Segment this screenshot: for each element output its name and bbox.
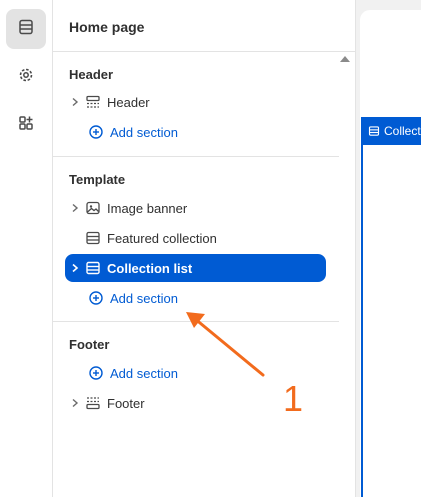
settings-icon (17, 66, 35, 89)
add-section-label: Add section (110, 290, 178, 306)
section-item-label: Footer (107, 395, 145, 411)
sections-icon (17, 18, 35, 41)
section-item-image-banner[interactable]: Image banner (65, 194, 326, 222)
collection-icon (85, 260, 101, 276)
chevron-right-icon[interactable] (69, 203, 81, 213)
add-circle-icon (89, 125, 103, 139)
settings-nav-button[interactable] (6, 57, 46, 97)
sections-panel: Home page Header Header Add section Temp… (53, 0, 356, 497)
section-item-label: Header (107, 94, 150, 110)
scroll-up-arrow-icon[interactable] (340, 56, 350, 62)
group-title-header: Header (69, 67, 114, 82)
chevron-right-icon[interactable] (69, 263, 81, 273)
group-title-footer: Footer (69, 337, 110, 352)
preview-section-tag-label: Collection list (384, 124, 421, 138)
divider (53, 51, 355, 52)
section-item-label: Collection list (107, 260, 193, 276)
section-item-featured-collection[interactable]: Featured collection (65, 224, 326, 252)
footer-section-icon (85, 395, 101, 411)
add-section-button-footer[interactable]: Add section (89, 363, 178, 383)
add-circle-icon (89, 291, 103, 305)
add-section-label: Add section (110, 124, 178, 140)
add-section-button-header[interactable]: Add section (89, 122, 178, 142)
collection-icon (368, 125, 380, 137)
chevron-right-icon[interactable] (69, 398, 81, 408)
add-section-button-template[interactable]: Add section (89, 288, 178, 308)
section-item-header[interactable]: Header (65, 88, 326, 116)
annotation-number: 1 (283, 378, 304, 419)
divider (53, 156, 339, 157)
add-section-label: Add section (110, 365, 178, 381)
sections-nav-button[interactable] (6, 9, 46, 49)
side-rail (0, 0, 53, 497)
page-title: Home page (69, 19, 145, 35)
preview-selection-outline (361, 117, 421, 497)
apps-nav-button[interactable] (6, 105, 46, 145)
section-item-label: Image banner (107, 200, 188, 216)
section-item-collection-list[interactable]: Collection list (65, 254, 326, 282)
chevron-right-icon[interactable] (69, 97, 81, 107)
add-circle-icon (89, 366, 103, 380)
preview-section-tag[interactable]: Collection list (361, 117, 421, 145)
apps-icon (17, 114, 35, 137)
divider (53, 321, 339, 322)
collection-icon (85, 230, 101, 246)
image-icon (85, 200, 101, 216)
section-item-label: Featured collection (107, 230, 217, 246)
header-section-icon (85, 94, 101, 110)
group-title-template: Template (69, 172, 126, 187)
